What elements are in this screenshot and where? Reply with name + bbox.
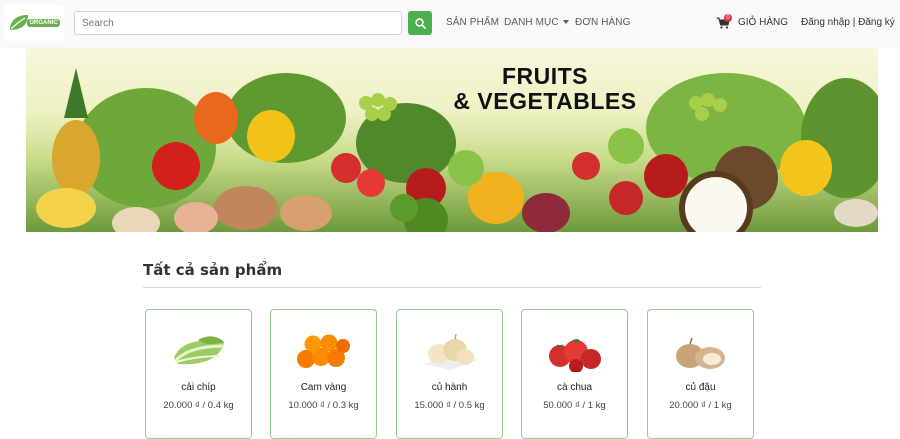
product-card[interactable]: Cam vàng 10.000 ₫ / 0.3 kg [270, 309, 377, 439]
banner-title: FRUITS & VEGETABLES [440, 64, 650, 114]
product-price: 15.000 ₫ / 0.5 kg [414, 400, 485, 411]
product-name: củ hành [431, 382, 468, 393]
tomatoes-image [549, 339, 601, 372]
login-link[interactable]: Đăng nhập [801, 17, 850, 28]
product-price: 20.000 ₫ / 0.4 kg [163, 400, 234, 411]
product-price: 10.000 ₫ / 0.3 kg [288, 400, 359, 411]
onions-image [423, 333, 477, 370]
auth-links: Đăng nhập | Đăng ký [801, 17, 895, 28]
product-price: 20.000 ₫ / 1 kg [669, 400, 732, 411]
search-input[interactable] [74, 11, 402, 35]
product-card[interactable]: cải chíp 20.000 ₫ / 0.4 kg [145, 309, 252, 439]
navbar: ORGANIC SẢN PHẨM DANH MỤC ĐƠN HÀNG 0 GIỎ… [0, 0, 900, 48]
section-title: Tất cả sản phẩm [143, 261, 283, 279]
product-name: củ đậu [685, 382, 716, 393]
nav-categories-label: DANH MỤC [504, 17, 559, 28]
section-divider [143, 287, 761, 288]
chevron-down-icon [562, 20, 569, 24]
logo-text: ORGANIC [27, 19, 60, 27]
product-card[interactable]: củ hành 15.000 ₫ / 0.5 kg [396, 309, 503, 439]
search-icon [414, 17, 426, 29]
auth-separator: | [852, 17, 856, 28]
bok-choy-image [174, 336, 225, 365]
hero-banner: FRUITS & VEGETABLES [26, 48, 878, 232]
nav-products[interactable]: SẢN PHẨM [446, 17, 499, 28]
register-link[interactable]: Đăng ký [858, 17, 895, 28]
jicama-image [676, 337, 725, 369]
search-button[interactable] [408, 11, 432, 35]
product-card[interactable]: cà chua 50.000 ₫ / 1 kg [521, 309, 628, 439]
product-name: cải chíp [181, 382, 216, 393]
product-price: 50.000 ₫ / 1 kg [543, 400, 606, 411]
logo[interactable]: ORGANIC [4, 5, 64, 41]
oranges-image [297, 334, 350, 368]
product-name: Cam vàng [300, 382, 347, 393]
product-name: cà chua [556, 382, 593, 393]
product-card[interactable]: củ đậu 20.000 ₫ / 1 kg [647, 309, 754, 439]
banner-title-line-1: FRUITS [501, 63, 589, 89]
nav-orders[interactable]: ĐƠN HÀNG [575, 17, 631, 28]
cart-link[interactable]: GIỎ HÀNG [738, 17, 788, 28]
nav-categories-dropdown[interactable]: DANH MỤC [504, 17, 569, 28]
banner-title-line-2: & VEGETABLES [453, 88, 637, 114]
cart-count-badge: 0 [724, 14, 732, 22]
